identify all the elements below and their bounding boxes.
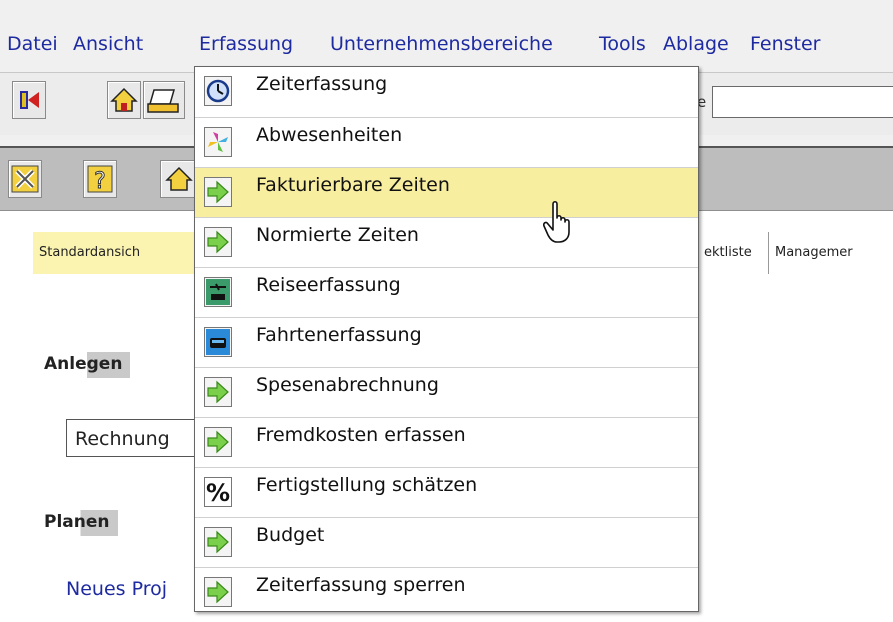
menu-item-label: Normierte Zeiten (256, 224, 419, 246)
menu-item-label: Fremdkosten erfassen (256, 424, 466, 446)
percent-icon: % (204, 477, 232, 507)
menu-item-fakturierbare-zeiten[interactable]: Fakturierbare Zeiten (195, 167, 698, 218)
travel-icon (204, 277, 232, 307)
tab-standardansicht[interactable]: Standardansich (33, 232, 195, 274)
menu-datei[interactable]: Datei (7, 33, 58, 55)
menu-item-fahrtenerfassung[interactable]: Fahrtenerfassung (195, 317, 698, 368)
pinwheel-icon (204, 127, 232, 157)
green-arrow-icon (204, 527, 232, 557)
menu-item-label: Zeiterfassung sperren (256, 574, 466, 596)
tab-management[interactable]: Managemer (768, 232, 893, 274)
menu-item-label: Fahrtenerfassung (256, 324, 422, 346)
erfassung-dropdown-menu: Zeiterfassung Abwesenheiten Fakturierbar… (194, 66, 699, 612)
green-arrow-icon (204, 227, 232, 257)
svg-text:%: % (206, 479, 230, 506)
menu-item-label: Abwesenheiten (256, 124, 403, 146)
green-arrow-icon (204, 177, 232, 207)
menu-item-reiseerfassung[interactable]: Reiseerfassung (195, 267, 698, 318)
car-icon (204, 327, 232, 357)
menu-item-label: Fertigstellung schätzen (256, 474, 478, 496)
svg-text:?: ? (94, 169, 106, 194)
clock-icon (204, 76, 232, 106)
green-arrow-icon (204, 577, 232, 607)
menu-item-label: Spesenabrechnung (256, 374, 439, 396)
search-input[interactable] (712, 86, 893, 118)
menu-unternehmensbereiche[interactable]: Unternehmensbereiche (330, 33, 553, 55)
menu-item-zeiterfassung-sperren[interactable]: Zeiterfassung sperren (195, 567, 698, 611)
close-button[interactable] (8, 160, 42, 198)
menu-ablage[interactable]: Ablage (663, 33, 729, 55)
help-button[interactable]: ? (83, 160, 117, 198)
menu-tools[interactable]: Tools (599, 33, 646, 55)
green-arrow-icon (204, 377, 232, 407)
menu-item-label: Fakturierbare Zeiten (256, 174, 450, 196)
print-button[interactable] (143, 81, 185, 119)
menu-erfassung[interactable]: Erfassung (199, 33, 293, 55)
new-project-link[interactable]: Neues Proj (66, 578, 167, 600)
section-planen: Planen (40, 510, 118, 536)
menu-item-abwesenheiten[interactable]: Abwesenheiten (195, 117, 698, 168)
menu-item-label: Zeiterfassung (256, 73, 388, 95)
close-icon (11, 165, 39, 193)
menu-item-fertigstellung-schaetzen[interactable]: % Fertigstellung schätzen (195, 467, 698, 518)
menu-fenster[interactable]: Fenster (750, 33, 820, 55)
home-icon (110, 87, 138, 112)
menu-item-spesenabrechnung[interactable]: Spesenabrechnung (195, 367, 698, 418)
menu-item-budget[interactable]: Budget (195, 517, 698, 568)
green-arrow-icon (204, 427, 232, 457)
section-anlegen: Anlegen (40, 352, 131, 378)
home-button[interactable] (107, 81, 141, 119)
menu-item-fremdkosten-erfassen[interactable]: Fremdkosten erfassen (195, 417, 698, 468)
menu-item-normierte-zeiten[interactable]: Normierte Zeiten (195, 217, 698, 268)
menu-item-zeiterfassung[interactable]: Zeiterfassung (195, 67, 698, 117)
tab-projektliste[interactable]: ektliste (697, 232, 772, 274)
menu-bar: Datei Ansicht Erfassung Unternehmensbere… (0, 0, 893, 72)
home-icon (165, 166, 193, 191)
exit-icon (20, 91, 39, 109)
menu-item-label: Budget (256, 524, 325, 546)
printer-icon (147, 89, 179, 113)
window-home-button[interactable] (160, 160, 198, 198)
menu-ansicht[interactable]: Ansicht (73, 33, 143, 55)
help-icon: ? (87, 165, 113, 195)
create-type-select[interactable]: Rechnung (66, 419, 206, 457)
menu-item-label: Reiseerfassung (256, 274, 401, 296)
exit-button[interactable] (12, 81, 46, 119)
hand-cursor-icon (543, 200, 570, 243)
